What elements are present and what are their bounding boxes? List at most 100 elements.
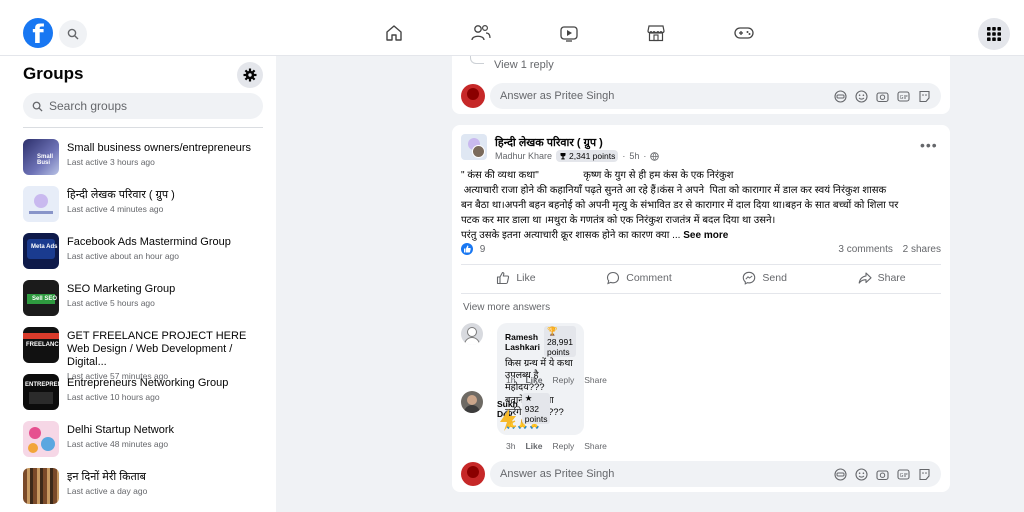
previous-post-footer: View 1 reply GIF — [452, 56, 950, 114]
comment-time[interactable]: 1h — [506, 375, 515, 385]
search-button[interactable] — [59, 20, 87, 48]
svg-text:GIF: GIF — [899, 95, 907, 101]
post-line: " कंस की व्यथा कथा" कृष्ण के युग से ही ह… — [461, 170, 734, 181]
group-item[interactable]: ENTREPRENEURS Entrepreneurs Networking G… — [23, 371, 273, 418]
answer-row: GIF — [461, 83, 941, 109]
group-item[interactable]: इन दिनों मेरी किताब Last active a day ago — [23, 465, 273, 512]
author-avatar[interactable] — [472, 145, 485, 158]
group-thumbnail — [23, 468, 59, 504]
group-name: Delhi Startup Network — [67, 424, 174, 436]
sticker-icon[interactable] — [917, 89, 931, 103]
gif-icon[interactable]: GIF — [896, 467, 910, 481]
emoji-icon[interactable] — [854, 467, 868, 481]
avatar-sticker-icon[interactable] — [833, 467, 847, 481]
share-button[interactable]: Share — [844, 269, 920, 287]
like-reaction-icon[interactable] — [461, 243, 473, 255]
post-group-name[interactable]: हिन्दी लेखक परिवार ( ग्रुप ) — [495, 135, 603, 150]
star-icon: ★ — [524, 393, 533, 403]
see-more-link[interactable]: See more — [683, 230, 728, 241]
comment-time[interactable]: 3h — [506, 441, 515, 451]
group-search-box[interactable] — [23, 93, 263, 119]
share-icon — [858, 272, 872, 284]
post-time[interactable]: 5h — [629, 151, 639, 161]
group-search-input[interactable] — [49, 99, 249, 113]
trophy-icon: 🏆 — [546, 326, 558, 336]
nav-home[interactable] — [381, 20, 407, 46]
group-last-active: Last active 10 hours ago — [67, 392, 160, 402]
group-item[interactable]: हिन्दी लेखक परिवार ( ग्रुप ) Last active … — [23, 183, 273, 230]
comment-reply-button[interactable]: Reply — [552, 441, 574, 451]
groups-sidebar: Groups Small Busi Small business owners/… — [0, 56, 276, 512]
avatar-sticker-icon[interactable] — [833, 89, 847, 103]
group-name: इन दिनों मेरी किताब — [67, 471, 146, 483]
reaction-count[interactable]: 9 — [480, 244, 486, 255]
group-name: हिन्दी लेखक परिवार ( ग्रुप ) — [67, 189, 175, 201]
commenter-name[interactable]: Ramesh Lashkari — [505, 332, 540, 352]
avatar — [461, 84, 485, 108]
thumbs-up-icon — [497, 271, 510, 285]
commenter-avatar[interactable] — [461, 323, 483, 345]
marketplace-icon — [647, 25, 665, 42]
divider — [461, 264, 941, 265]
group-item[interactable]: Small Busi Small business owners/entrepr… — [23, 136, 273, 183]
answer-input[interactable] — [500, 468, 800, 480]
commenter-avatar[interactable] — [461, 391, 483, 413]
sticker-icon[interactable] — [917, 467, 931, 481]
group-last-active: Last active 3 hours ago — [67, 157, 155, 167]
comment-like-button[interactable]: Like — [525, 375, 542, 385]
group-item[interactable]: Meta Ads Facebook Ads Mastermind Group La… — [23, 230, 273, 277]
send-button[interactable]: Send — [728, 269, 801, 287]
nav-marketplace[interactable] — [643, 20, 669, 46]
svg-text:GIF: GIF — [899, 473, 907, 479]
post-line: बन बैठा था।अपनी बहन बहनोई को अपनी मृत्यु… — [461, 200, 899, 211]
camera-icon[interactable] — [875, 89, 889, 103]
groups-list: Small Busi Small business owners/entrepr… — [23, 136, 273, 512]
search-icon — [67, 28, 79, 40]
view-replies-link[interactable]: View 1 reply — [494, 59, 554, 71]
comment-share-button[interactable]: Share — [584, 375, 607, 385]
camera-icon[interactable] — [875, 467, 889, 481]
like-button[interactable]: Like — [482, 269, 549, 287]
comment-icon — [607, 271, 620, 285]
group-thumbnail — [23, 186, 59, 222]
gif-icon[interactable]: GIF — [896, 89, 910, 103]
comments-count[interactable]: 3 comments — [838, 244, 892, 255]
search-icon — [32, 101, 43, 112]
comment-share-button[interactable]: Share — [584, 441, 607, 451]
grid-menu-icon — [987, 27, 1001, 41]
gaming-icon — [734, 27, 754, 39]
friends-icon — [471, 24, 491, 41]
nav-watch[interactable] — [556, 20, 582, 46]
answer-box[interactable]: GIF — [490, 83, 941, 109]
post-meta: Madhur Khare 2,341 points · 5h · — [495, 150, 660, 162]
answer-box[interactable]: GIF — [490, 461, 941, 487]
points-badge: 🏆 28,991 points — [543, 326, 576, 357]
avatar — [461, 462, 485, 486]
answer-row: GIF — [461, 461, 941, 487]
menu-button[interactable] — [978, 18, 1010, 50]
group-last-active: Last active 4 minutes ago — [67, 204, 164, 214]
emoji-icon[interactable] — [854, 89, 868, 103]
post-author[interactable]: Madhur Khare — [495, 151, 552, 161]
comment-reply-button[interactable]: Reply — [552, 375, 574, 385]
settings-button[interactable] — [237, 62, 263, 88]
view-more-answers-link[interactable]: View more answers — [463, 302, 550, 313]
globe-icon — [650, 151, 660, 161]
group-last-active: Last active about an hour ago — [67, 251, 179, 261]
group-item[interactable]: Sell SEO SEO Marketing Group Last active … — [23, 277, 273, 324]
comment-like-button[interactable]: Like — [525, 441, 542, 451]
group-name: Entrepreneurs Networking Group — [67, 377, 229, 389]
comment-button[interactable]: Comment — [592, 269, 686, 287]
nav-gaming[interactable] — [731, 20, 757, 46]
group-item[interactable]: FREELANCE GET FREELANCE PROJECT HERE Web… — [23, 324, 273, 381]
nav-friends[interactable] — [468, 20, 494, 46]
shares-count[interactable]: 2 shares — [903, 244, 941, 255]
group-item[interactable]: Delhi Startup Network Last active 48 minu… — [23, 418, 273, 465]
post-card: हिन्दी लेखक परिवार ( ग्रुप ) Madhur Khar… — [452, 125, 950, 492]
facebook-logo[interactable]: f — [23, 18, 53, 48]
answer-input[interactable] — [500, 90, 800, 102]
more-options-icon[interactable]: ••• — [920, 137, 938, 153]
reply-connector — [470, 56, 484, 64]
group-last-active: Last active 5 hours ago — [67, 298, 155, 308]
group-last-active: Last active 48 minutes ago — [67, 439, 169, 449]
